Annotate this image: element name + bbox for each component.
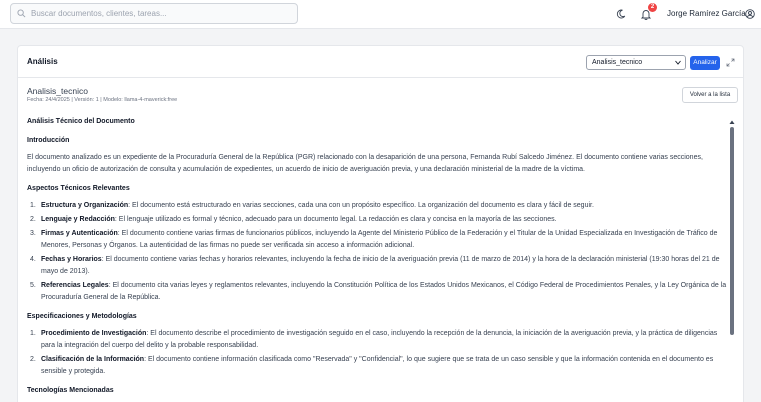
user-avatar-icon[interactable]: [745, 9, 755, 19]
aspects-heading: Aspectos Técnicos Relevantes: [27, 185, 130, 192]
analysis-card: Análisis Analisis_tecnico Analizar Anali…: [17, 45, 744, 402]
list-item: 5. Referencias Legales: El documento cita…: [30, 282, 727, 301]
specs-list: 1. Procedimiento de Investigación: El doc…: [27, 328, 727, 378]
list-item: 2. Clasificación de la Información: El do…: [30, 356, 714, 375]
scrollbar-thumb[interactable]: [730, 127, 734, 335]
document-title: Analisis_tecnico: [27, 86, 88, 96]
notification-badge: 2: [648, 3, 657, 12]
chevron-down-icon: [675, 60, 681, 65]
list-item: 1. Procedimiento de Investigación: El doc…: [30, 330, 718, 349]
scroll-up-icon[interactable]: [729, 119, 735, 125]
intro-heading: Introducción: [27, 137, 70, 144]
search-box[interactable]: [10, 3, 298, 24]
search-input[interactable]: [31, 9, 291, 18]
analysis-select[interactable]: Analisis_tecnico: [586, 55, 686, 70]
user-name[interactable]: Jorge Ramírez García: [667, 9, 746, 18]
specs-heading: Especificaciones y Metodologías: [27, 313, 137, 320]
expand-icon[interactable]: [726, 58, 735, 67]
back-to-list-button[interactable]: Volver a la lista: [682, 87, 738, 103]
analysis-content[interactable]: Análisis Técnico del Documento Introducc…: [18, 110, 743, 402]
list-item: 3. Firmas y Autenticación: El documento c…: [30, 230, 718, 249]
tech-heading: Tecnologías Mencionadas: [27, 387, 114, 394]
top-bar: 2 Jorge Ramírez García: [0, 0, 761, 29]
aspects-list: 1. Estructura y Organización: El document…: [27, 200, 727, 304]
search-icon: [17, 9, 26, 18]
card-header: Análisis Analisis_tecnico Analizar: [18, 46, 743, 78]
moon-icon[interactable]: [616, 9, 626, 19]
scrollbar[interactable]: [729, 119, 735, 402]
analysis-select-value: Analisis_tecnico: [592, 59, 643, 66]
analyze-button[interactable]: Analizar: [690, 56, 720, 70]
intro-paragraph: El documento analizado es un expediente …: [27, 154, 703, 173]
card-title: Análisis: [27, 57, 58, 66]
document-heading: Análisis Técnico del Documento: [27, 118, 135, 125]
document-meta: Fecha: 24/4/2025 | Versión: 1 | Modelo: …: [27, 97, 178, 103]
list-item: 4. Fechas y Horarios: El documento contie…: [30, 256, 720, 275]
list-item: 2. Lenguaje y Redacción: El lenguaje util…: [30, 216, 557, 223]
list-item: 1. Estructura y Organización: El document…: [30, 202, 594, 209]
analysis-text: Análisis Técnico del Documento Introducc…: [27, 115, 727, 394]
